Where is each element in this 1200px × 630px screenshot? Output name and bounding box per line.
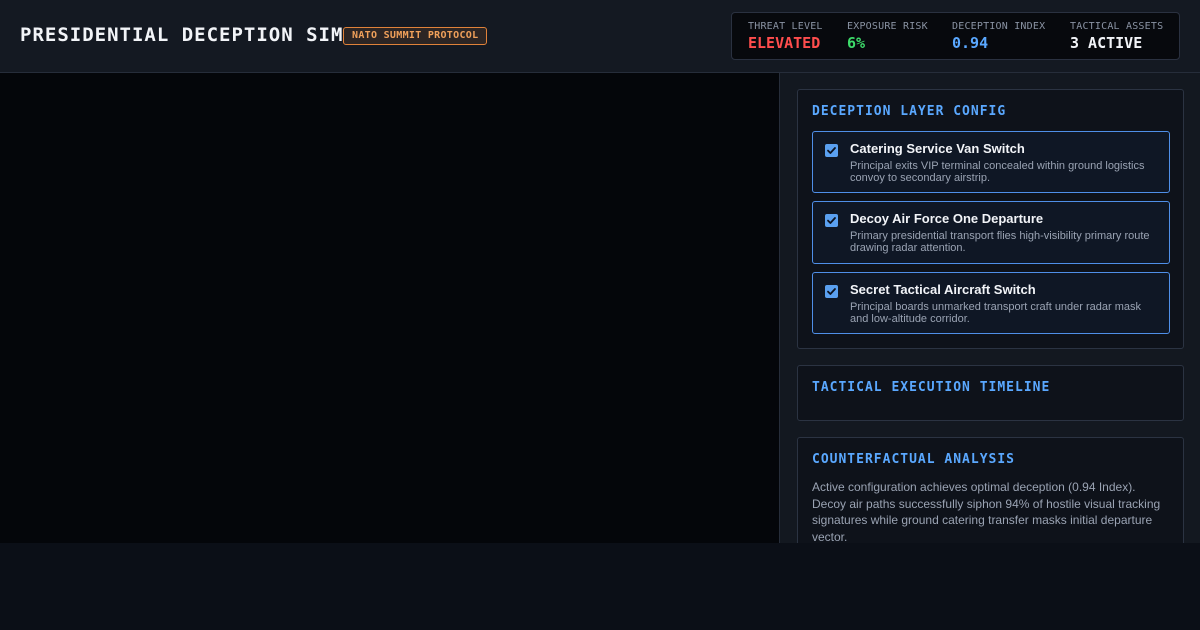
option-description: Primary presidential transport flies hig… [850,230,1150,254]
option-title: Catering Service Van Switch [850,141,1025,156]
option-title: Decoy Air Force One Departure [850,211,1044,226]
option-decoy-air-force-one[interactable]: Decoy Air Force One Departure Primary pr… [812,201,1170,264]
metrics-panel: THREAT LEVEL ELEVATED EXPOSURE RISK 6% D… [731,12,1180,60]
control-panel: DECEPTION LAYER CONFIG Catering Service … [779,73,1200,543]
app-title: PRESIDENTIAL DECEPTION SIM [20,24,344,46]
option-secret-tactical-aircraft[interactable]: Secret Tactical Aircraft Switch Principa… [812,272,1170,334]
bottom-area [0,543,1200,630]
checkbox-checked-icon[interactable] [825,214,838,227]
metric-threat-level: THREAT LEVEL ELEVATED [748,21,823,52]
option-title: Secret Tactical Aircraft Switch [850,282,1036,297]
card-title: TACTICAL EXECUTION TIMELINE [812,380,1051,395]
metric-value: ELEVATED [748,34,821,52]
metric-exposure-risk: EXPOSURE RISK 6% [847,21,928,52]
metric-label: THREAT LEVEL [748,21,823,32]
checkbox-checked-icon[interactable] [825,144,838,157]
checkbox-checked-icon[interactable] [825,285,838,298]
option-catering-van-switch[interactable]: Catering Service Van Switch Principal ex… [812,131,1170,193]
simulation-viewport[interactable] [0,73,779,543]
analysis-text: Active configuration achieves optimal de… [812,480,1161,543]
option-description: Principal boards unmarked transport craf… [850,301,1142,325]
timeline-card: TACTICAL EXECUTION TIMELINE [797,365,1184,421]
metric-tactical-assets: TACTICAL ASSETS 3 ACTIVE [1070,21,1163,52]
metric-value: 0.94 [952,34,989,52]
top-header: PRESIDENTIAL DECEPTION SIM NATO SUMMIT P… [0,0,1200,73]
metric-label: TACTICAL ASSETS [1070,21,1164,32]
card-title: DECEPTION LAYER CONFIG [812,104,1007,119]
metric-label: EXPOSURE RISK [847,21,928,32]
analysis-card: COUNTERFACTUAL ANALYSIS Active configura… [797,437,1184,543]
deception-config-card: DECEPTION LAYER CONFIG Catering Service … [797,89,1184,349]
metric-label: DECEPTION INDEX [952,21,1046,32]
metric-value: 6% [847,34,866,52]
card-title: COUNTERFACTUAL ANALYSIS [812,452,1016,467]
option-description: Principal exits VIP terminal concealed w… [850,160,1145,184]
metric-deception-index: DECEPTION INDEX 0.94 [952,21,1045,52]
metric-value: 3 ACTIVE [1070,34,1143,52]
protocol-badge: NATO SUMMIT PROTOCOL [343,27,488,45]
